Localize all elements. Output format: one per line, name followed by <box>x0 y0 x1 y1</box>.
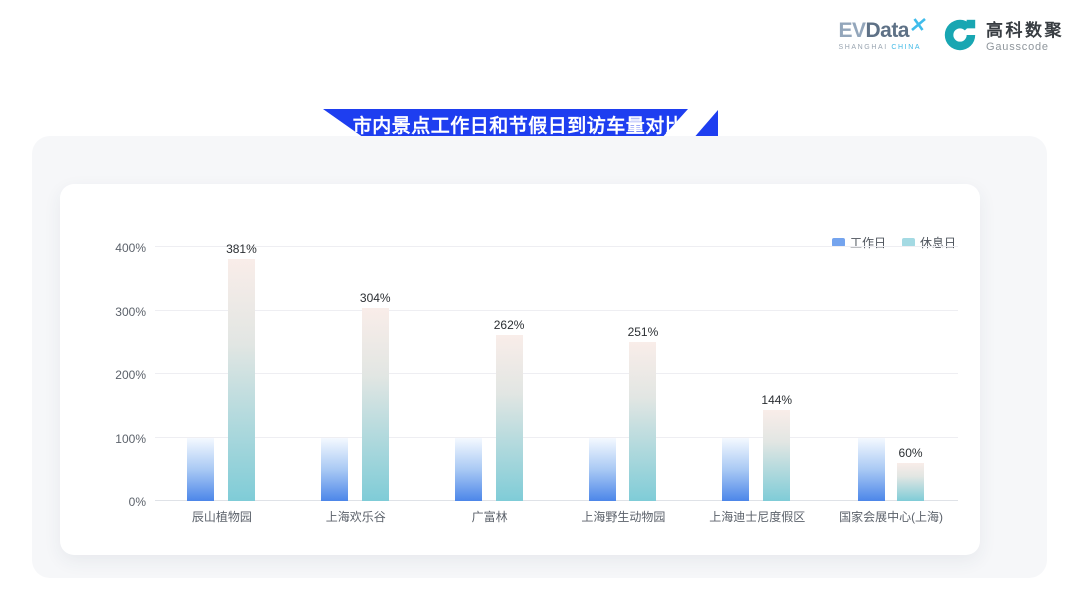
plot-grid: 381%辰山植物园304%上海欢乐谷262%广富林251%上海野生动物园144%… <box>155 229 958 501</box>
gausscode-g-icon <box>941 16 979 59</box>
bar-value-label: 262% <box>494 318 525 332</box>
y-axis-label: 0% <box>80 495 146 509</box>
bar-group: 262%广富林 <box>423 229 557 501</box>
evdata-logo: EVData SHANGHAI CHINA <box>838 20 926 51</box>
bar-workday <box>858 438 885 502</box>
bar-column <box>722 438 749 502</box>
y-axis-label: 100% <box>80 432 146 446</box>
x-axis-label: 上海野生动物园 <box>557 508 691 525</box>
bar-column: 262% <box>494 318 525 501</box>
bar-column <box>858 438 885 502</box>
x-axis-label: 国家会展中心(上海) <box>824 508 958 525</box>
bar-value-label: 251% <box>628 325 659 339</box>
chart-body: 381%辰山植物园304%上海欢乐谷262%广富林251%上海野生动物园144%… <box>80 229 958 527</box>
bar-group: 304%上海欢乐谷 <box>289 229 423 501</box>
x-axis-label: 辰山植物园 <box>155 508 289 525</box>
bar-group: 381%辰山植物园 <box>155 229 289 501</box>
bar-value-label: 381% <box>226 242 257 256</box>
bar-restday <box>362 308 389 501</box>
bar-group: 60%国家会展中心(上海) <box>824 229 958 501</box>
x-axis-label: 上海迪士尼度假区 <box>690 508 824 525</box>
bar-value-label: 60% <box>899 446 923 460</box>
brand-bar: EVData SHANGHAI CHINA 高科数聚 Gausscode <box>838 16 1064 59</box>
evdata-wordmark: EVData <box>838 20 909 41</box>
bar-column: 381% <box>226 242 257 501</box>
x-axis-label: 上海欢乐谷 <box>289 508 423 525</box>
y-axis-label: 400% <box>80 241 146 255</box>
bar-workday <box>589 438 616 502</box>
gausscode-cn-label: 高科数聚 <box>986 21 1064 41</box>
evdata-x-icon <box>911 18 926 36</box>
gausscode-logo: 高科数聚 Gausscode <box>941 16 1064 59</box>
bar-group: 144%上海迪士尼度假区 <box>690 229 824 501</box>
bar-column <box>589 438 616 502</box>
bar-column: 144% <box>761 393 792 501</box>
chart-card: 工作日 休息日 381%辰山植物园304%上海欢乐谷262%广富林251%上海野… <box>60 184 980 555</box>
evdata-subtext: SHANGHAI CHINA <box>838 44 926 51</box>
x-axis-label: 广富林 <box>423 508 557 525</box>
bar-column: 304% <box>360 291 391 501</box>
bar-restday <box>897 463 924 501</box>
bar-workday <box>455 438 482 502</box>
bar-workday <box>187 438 214 502</box>
bar-restday <box>763 410 790 501</box>
gausscode-en-label: Gausscode <box>986 41 1064 54</box>
bar-restday <box>629 342 656 501</box>
y-axis-label: 200% <box>80 368 146 382</box>
bar-column <box>321 438 348 502</box>
bar-group: 251%上海野生动物园 <box>557 229 691 501</box>
bar-value-label: 144% <box>761 393 792 407</box>
bar-column: 251% <box>628 325 659 501</box>
y-axis-label: 300% <box>80 305 146 319</box>
bar-workday <box>722 438 749 502</box>
bar-restday <box>496 335 523 501</box>
bar-restday <box>228 259 255 501</box>
bar-column <box>455 438 482 502</box>
bar-workday <box>321 438 348 502</box>
bar-value-label: 304% <box>360 291 391 305</box>
content-panel: 工作日 休息日 381%辰山植物园304%上海欢乐谷262%广富林251%上海野… <box>32 136 1047 578</box>
bar-column: 60% <box>897 446 924 501</box>
bar-column <box>187 438 214 502</box>
